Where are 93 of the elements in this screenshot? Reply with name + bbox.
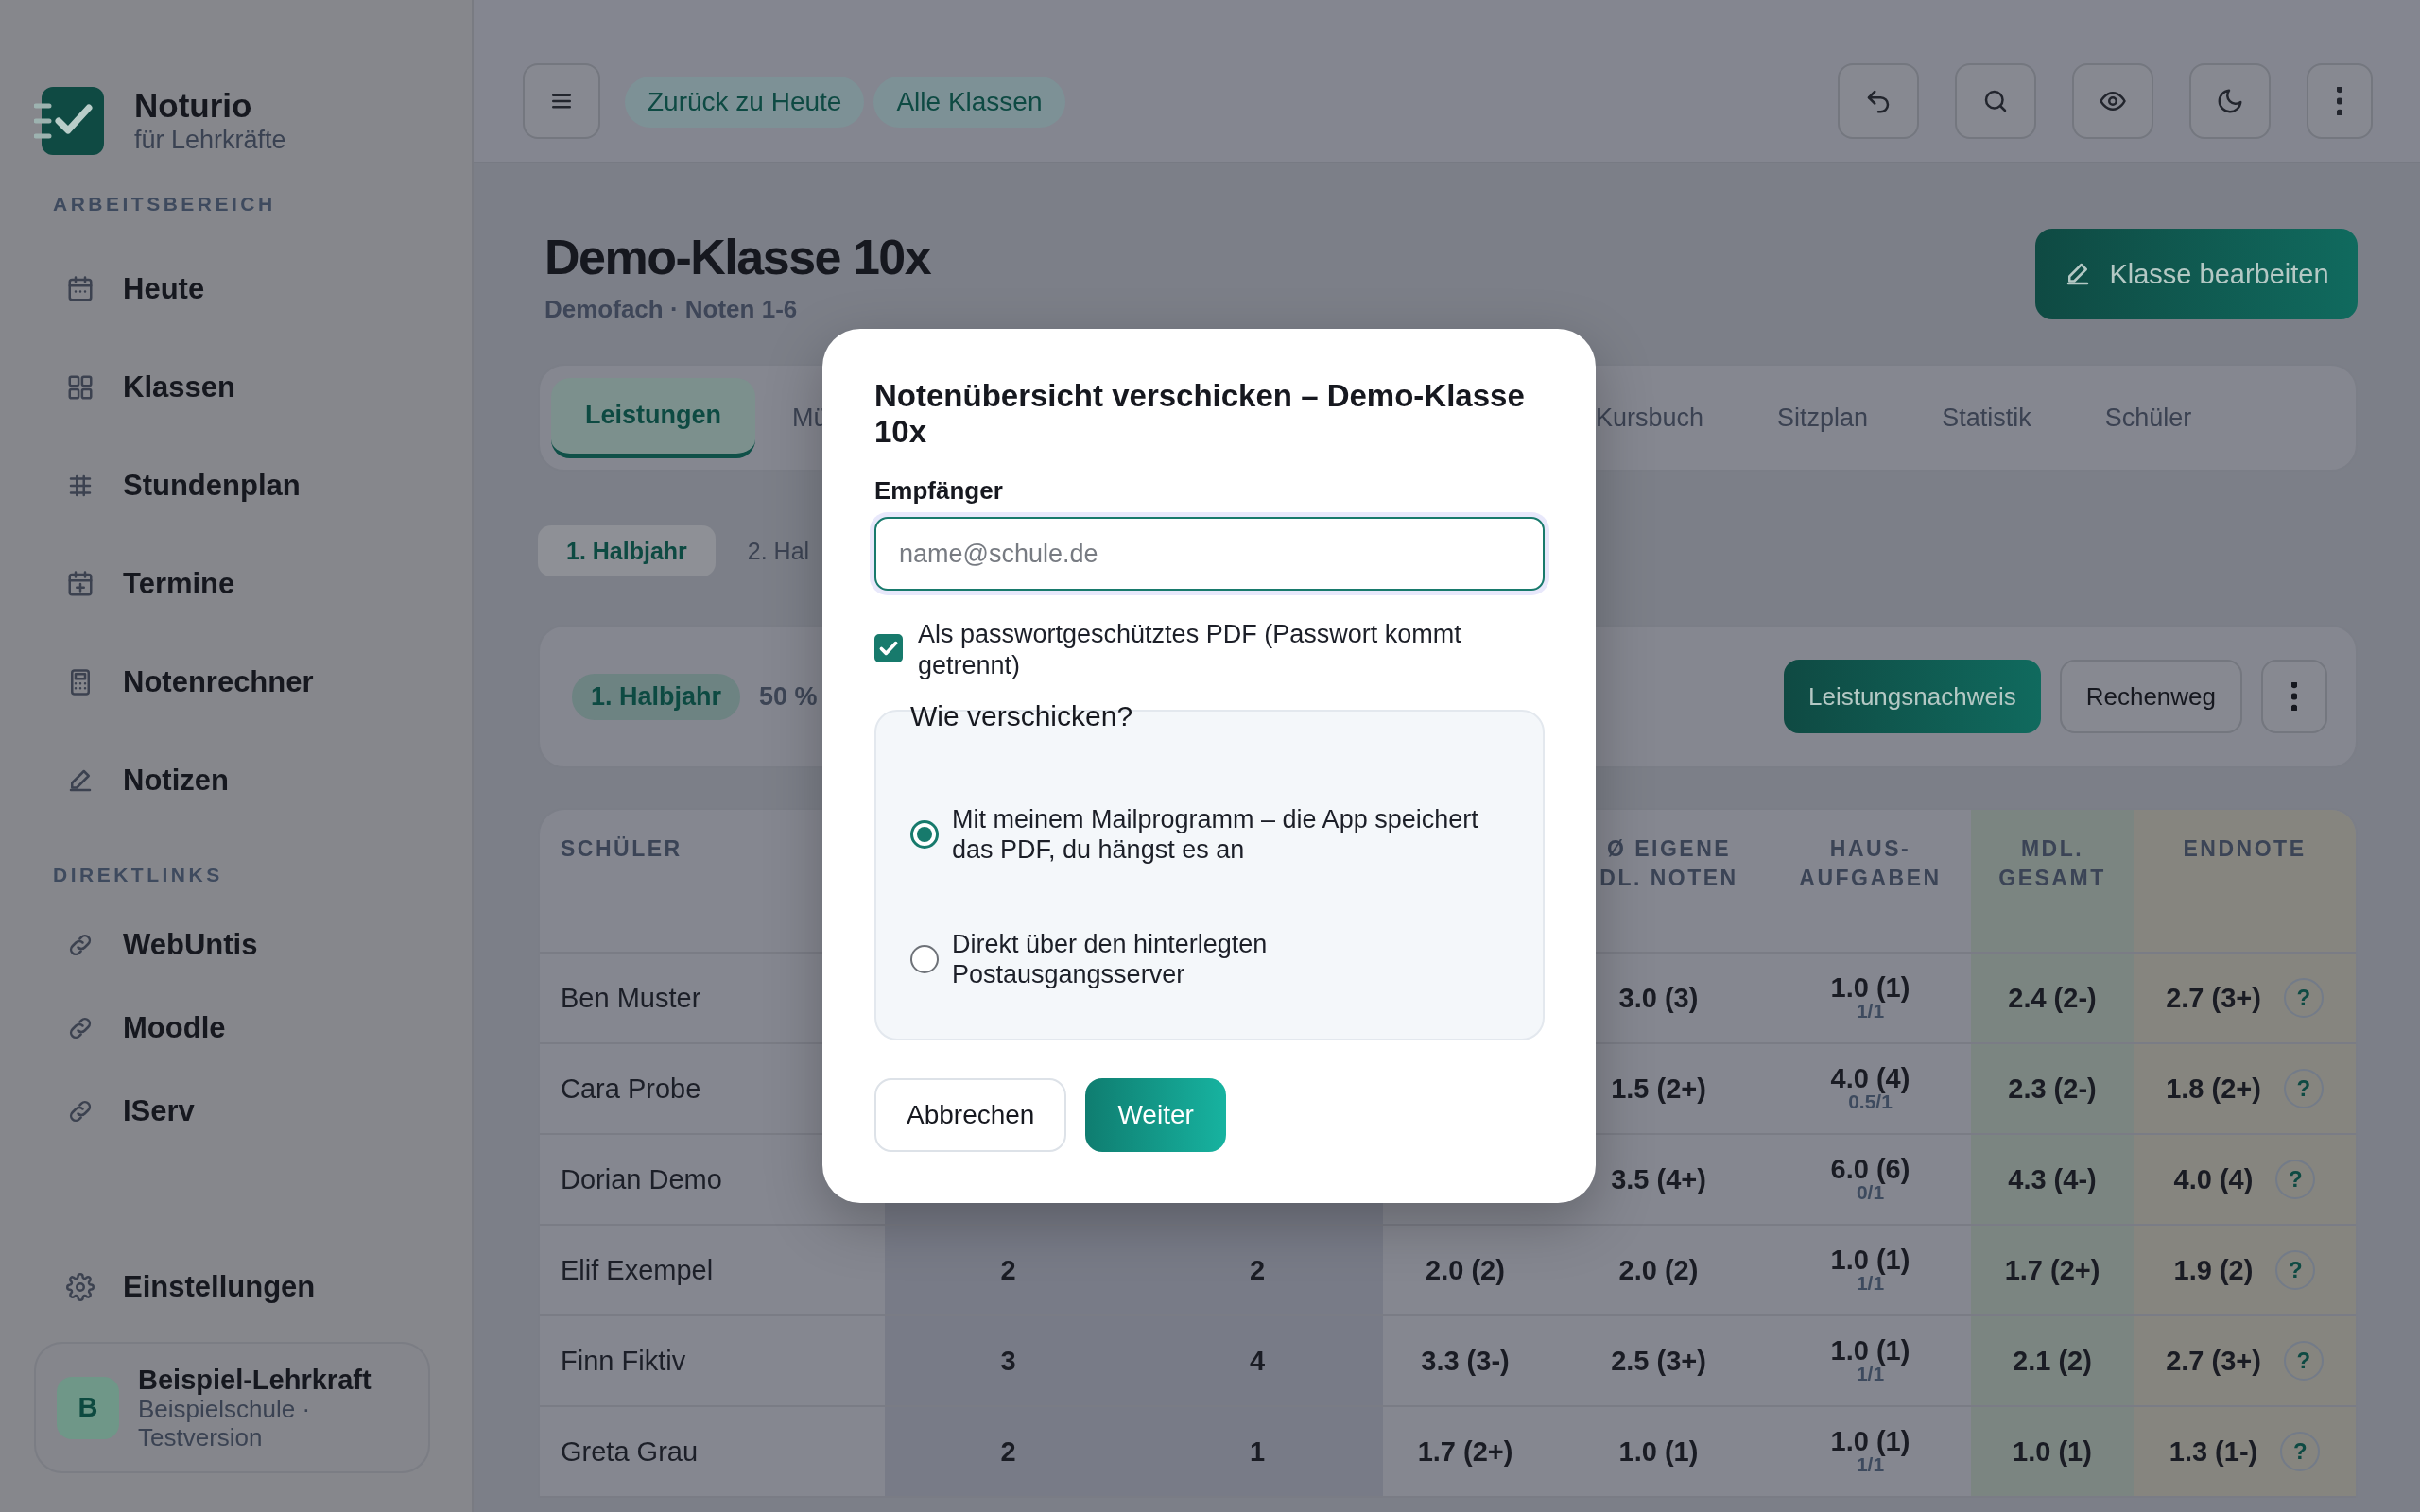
tab[interactable]: Sitzplan	[1740, 377, 1906, 458]
help-button[interactable]: ?	[2275, 1250, 2316, 1290]
continue-button[interactable]: Weiter	[1085, 1078, 1226, 1152]
final-grade: 2.7 (3+)	[2166, 982, 2261, 1014]
sidebar-item[interactable]: Termine	[34, 535, 430, 633]
grade-value: 1.0 (1)	[1830, 1246, 1910, 1273]
user-name: Beispiel-Lehrkraft	[138, 1364, 372, 1395]
help-button[interactable]: ?	[2280, 1432, 2321, 1471]
input-field[interactable]: name@schule.de	[874, 517, 1545, 591]
settings-item[interactable]: Einstellungen	[34, 1246, 430, 1329]
nav-chip[interactable]: Alle Klassen	[873, 77, 1065, 128]
field-label: Empfänger	[874, 476, 1004, 506]
sidebar-item[interactable]: Notizen	[34, 731, 430, 830]
section-heading: DIREKTLINKS	[52, 863, 224, 887]
student-name: Dorian Demo	[561, 1163, 722, 1195]
help-button[interactable]: ?	[2283, 1341, 2324, 1381]
column-header: Ø EIGENE DL. NOTEN	[1599, 835, 1738, 892]
grade-value: 2	[1249, 1254, 1266, 1286]
grade-value: 1.0 (1)	[2013, 1435, 2092, 1468]
grade-value: 2.5 (3+)	[1611, 1345, 1706, 1377]
sidebar-item[interactable]: Notenrechner	[34, 633, 430, 731]
section-heading: ARBEITSBEREICH	[52, 192, 277, 216]
radio-label: Mit meinem Mailprogramm – die App speichert das PDF, du hängst es an	[952, 804, 1479, 865]
final-grade: 1.3 (1-)	[2169, 1435, 2258, 1468]
student-name: Cara Probe	[561, 1073, 701, 1105]
final-grade: 1.8 (2+)	[2166, 1073, 2261, 1105]
dialog-title: Notenübersicht verschicken – Demo-Klasse 10x	[874, 378, 1526, 450]
radio-label: Direkt über den hinterlegten Postausgangsserver	[952, 929, 1269, 989]
nav-chip[interactable]: Zurück zu Heute	[625, 77, 865, 128]
student-name: Finn Fiktiv	[561, 1345, 686, 1377]
grade-value: 6.0 (6)	[1830, 1156, 1910, 1182]
user-card[interactable]: B Beispiel-Lehrkraft Beispielschule · Testversion	[34, 1342, 430, 1473]
help-button[interactable]: ?	[2283, 1069, 2324, 1108]
grade-value: 1.0 (1)	[1830, 1428, 1910, 1454]
help-button[interactable]: ?	[2283, 978, 2324, 1018]
tab[interactable]: Kursbuch	[1559, 377, 1741, 458]
grade-value: 2.4 (2-)	[2008, 982, 2097, 1014]
final-grade: 4.0 (4)	[2173, 1163, 2254, 1195]
column-header: HAUS- AUFGABEN	[1799, 835, 1942, 892]
final-grade: 2.7 (3+)	[2166, 1345, 2261, 1377]
sidebar-item[interactable]: Moodle	[34, 987, 430, 1070]
checkbox-label: Als passwortgeschütztes PDF (Passwort kommt getrennt)	[918, 619, 1462, 681]
grade-value: 1.5 (2+)	[1611, 1073, 1706, 1105]
sidebar-item[interactable]: WebUntis	[34, 903, 430, 987]
app-subtitle: für Lehrkräfte	[134, 125, 286, 155]
grade-value: 3	[1000, 1345, 1016, 1377]
grade-value: 2.0 (2)	[1618, 1254, 1699, 1286]
sidebar-item[interactable]: Klassen	[34, 338, 430, 437]
calculation-button[interactable]: Rechenweg	[2059, 660, 2242, 733]
cancel-button[interactable]: Abbrechen	[874, 1078, 1067, 1152]
weight-text: 50 %	[759, 681, 818, 712]
grade-value: 1.0 (1)	[1830, 974, 1910, 1001]
grade-value: 1.0 (1)	[1618, 1435, 1699, 1468]
grade-value: 2	[1000, 1435, 1016, 1468]
sidebar-item[interactable]: IServ	[34, 1070, 430, 1153]
avatar: B	[57, 1376, 119, 1439]
grade-value: 2.0 (2)	[1426, 1254, 1505, 1286]
group-label: Wie verschicken?	[910, 700, 1133, 732]
grade-value: 4	[1249, 1345, 1266, 1377]
class-title: Demo-Klasse 10x	[544, 229, 931, 285]
semester-tab[interactable]: 2. Hal	[737, 525, 820, 576]
grade-value: 1.7 (2+)	[1417, 1435, 1513, 1468]
student-name: Elif Exempel	[561, 1254, 714, 1286]
column-header: ENDNOTE	[2183, 835, 2307, 863]
grade-value: 3.5 (4+)	[1611, 1163, 1706, 1195]
grade-value: 3.3 (3-)	[1421, 1345, 1510, 1377]
grade-value: 4.3 (4-)	[2008, 1163, 2097, 1195]
column-header: SCHÜLER	[561, 835, 683, 863]
tab[interactable]: Leistungen	[551, 377, 755, 458]
user-subtitle: Beispielschule · Testversion	[138, 1394, 311, 1452]
app-name: Noturio	[134, 87, 253, 125]
help-button[interactable]: ?	[2275, 1160, 2316, 1199]
grade-value: 2	[1000, 1254, 1016, 1286]
semester-tab[interactable]: 1. Halbjahr	[538, 525, 716, 576]
sidebar-item[interactable]: Heute	[34, 240, 430, 338]
edit-class-button[interactable]: Klasse bearbeiten	[2035, 229, 2358, 319]
student-name: Ben Muster	[561, 982, 701, 1014]
tab[interactable]: Statistik	[1905, 377, 2068, 458]
grade-value: 3.0 (3)	[1618, 982, 1699, 1014]
grade-value: 4.0 (4)	[1830, 1065, 1910, 1091]
grade-value: 2.1 (2)	[2013, 1345, 2092, 1377]
grade-value: 2.3 (2-)	[2008, 1073, 2097, 1105]
grade-value: 1.0 (1)	[1830, 1337, 1910, 1364]
column-header: MDL. GESAMT	[1998, 835, 2106, 892]
sidebar-item[interactable]: Stundenplan	[34, 437, 430, 535]
class-subtitle: Demofach · Noten 1-6	[544, 295, 799, 324]
proof-button[interactable]: Leistungsnachweis	[1784, 660, 2041, 733]
tab[interactable]: Schüler	[2067, 377, 2229, 458]
student-name: Greta Grau	[561, 1435, 699, 1468]
grade-value: 1.7 (2+)	[2004, 1254, 2100, 1286]
final-grade: 1.9 (2)	[2173, 1254, 2254, 1286]
grade-value: 1	[1249, 1435, 1266, 1468]
period-badge: 1. Halbjahr	[572, 673, 741, 720]
